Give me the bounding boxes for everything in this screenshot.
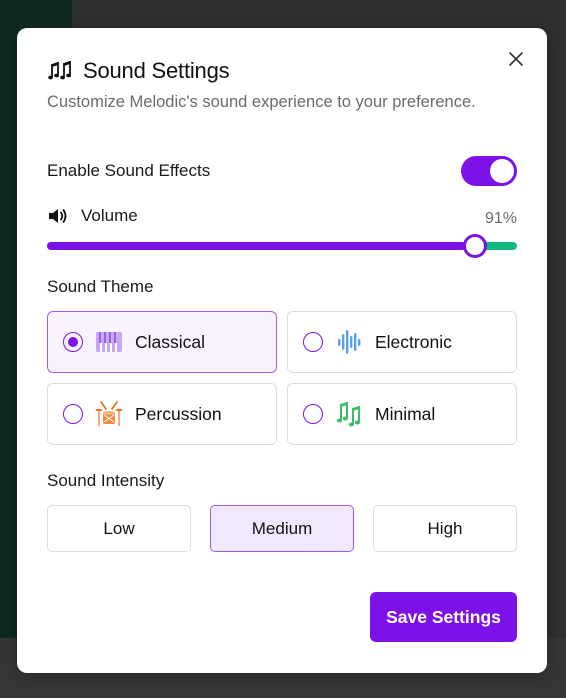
save-settings-button[interactable]: Save Settings	[370, 592, 517, 642]
theme-option-classical[interactable]: Classical	[47, 311, 277, 373]
theme-option-electronic[interactable]: Electronic	[287, 311, 517, 373]
music-notes-icon	[335, 400, 363, 428]
sound-settings-dialog: Sound Settings Customize Melodic's sound…	[17, 28, 547, 673]
radio-button[interactable]	[303, 404, 323, 424]
dialog-subtitle: Customize Melodic's sound experience to …	[47, 93, 476, 111]
sound-theme-label: Sound Theme	[47, 277, 154, 296]
radio-button[interactable]	[63, 404, 83, 424]
theme-option-minimal[interactable]: Minimal	[287, 383, 517, 445]
enable-sound-effects-label: Enable Sound Effects	[47, 161, 211, 180]
volume-label: Volume	[81, 206, 138, 225]
close-button[interactable]	[505, 48, 527, 70]
volume-slider[interactable]	[47, 234, 517, 258]
slider-thumb[interactable]	[462, 234, 487, 258]
toggle-knob	[490, 159, 514, 183]
volume-header: Volume	[47, 206, 138, 226]
theme-option-percussion[interactable]: Percussion	[47, 383, 277, 445]
dialog-title: Sound Settings	[83, 58, 230, 83]
radio-button[interactable]	[303, 332, 323, 352]
intensity-medium-button[interactable]: Medium	[210, 505, 354, 552]
dialog-header: Sound Settings	[47, 56, 230, 86]
sound-effects-toggle[interactable]	[461, 156, 517, 186]
drum-icon	[95, 400, 123, 428]
theme-option-label: Classical	[135, 331, 206, 352]
waveform-icon	[335, 328, 363, 356]
radio-dot	[68, 337, 78, 347]
volume-value: 91%	[484, 210, 517, 227]
theme-option-label: Minimal	[375, 403, 436, 424]
slider-fill	[47, 242, 475, 250]
radio-button[interactable]	[63, 332, 83, 352]
intensity-high-button[interactable]: High	[373, 505, 517, 552]
piano-keys-icon	[95, 328, 123, 356]
intensity-low-button[interactable]: Low	[47, 505, 191, 552]
theme-option-label: Electronic	[375, 331, 452, 352]
music-notes-icon	[47, 58, 73, 84]
speaker-icon	[49, 209, 67, 223]
close-icon	[509, 52, 523, 66]
theme-option-label: Percussion	[135, 403, 222, 424]
sound-intensity-label: Sound Intensity	[47, 471, 165, 490]
